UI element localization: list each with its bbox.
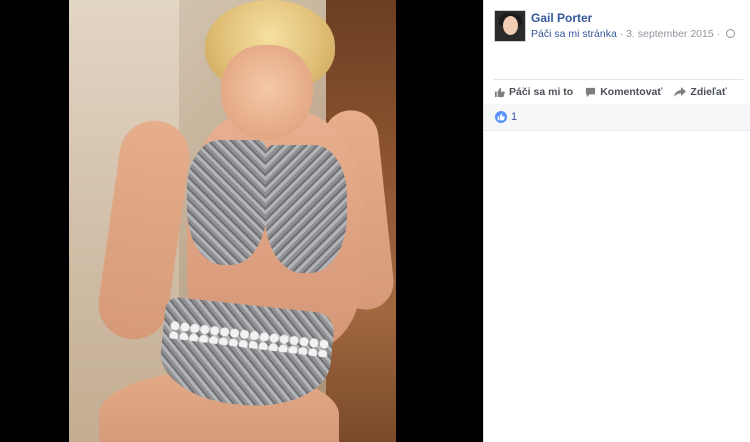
like-reaction-thumb-icon (497, 113, 505, 121)
comment-label: Komentovať (600, 86, 663, 98)
like-page-link[interactable]: Páči sa mi stránka (531, 28, 617, 40)
photo-bikini-top-right (265, 145, 347, 273)
like-reaction-icon (495, 111, 507, 123)
photo-face (221, 45, 313, 140)
avatar[interactable] (494, 10, 526, 42)
share-button[interactable]: Zdieľať (674, 86, 727, 98)
globe-icon[interactable] (726, 28, 736, 38)
meta-separator: · (616, 28, 627, 40)
thumbs-up-icon (494, 87, 505, 97)
reactions-bar[interactable]: 1 (484, 104, 750, 131)
like-label: Páči sa mi to (509, 86, 574, 98)
post-photo[interactable] (69, 0, 396, 442)
post-date[interactable]: 3. september 2015 (626, 28, 714, 40)
comment-button[interactable]: Komentovať (585, 86, 662, 98)
reaction-count[interactable]: 1 (511, 111, 517, 123)
meta-separator-2: · (713, 28, 724, 40)
avatar-face (503, 16, 518, 35)
photo-viewer (0, 0, 483, 442)
post-header: Gail Porter Páči sa mi stránka · 3. sept… (494, 10, 743, 42)
post-sidebar: Gail Porter Páči sa mi stránka · 3. sept… (483, 0, 750, 442)
post-actions: Páči sa mi to Komentovať Zdieľať (494, 79, 743, 105)
like-button[interactable]: Páči sa mi to (494, 86, 573, 98)
share-icon (674, 86, 687, 97)
photo-bikini-top-left (187, 140, 267, 265)
post-meta: Páči sa mi stránka · 3. september 2015 · (531, 28, 736, 40)
share-label: Zdieľať (690, 86, 727, 98)
author-name[interactable]: Gail Porter (531, 11, 592, 25)
comment-icon (586, 87, 596, 97)
